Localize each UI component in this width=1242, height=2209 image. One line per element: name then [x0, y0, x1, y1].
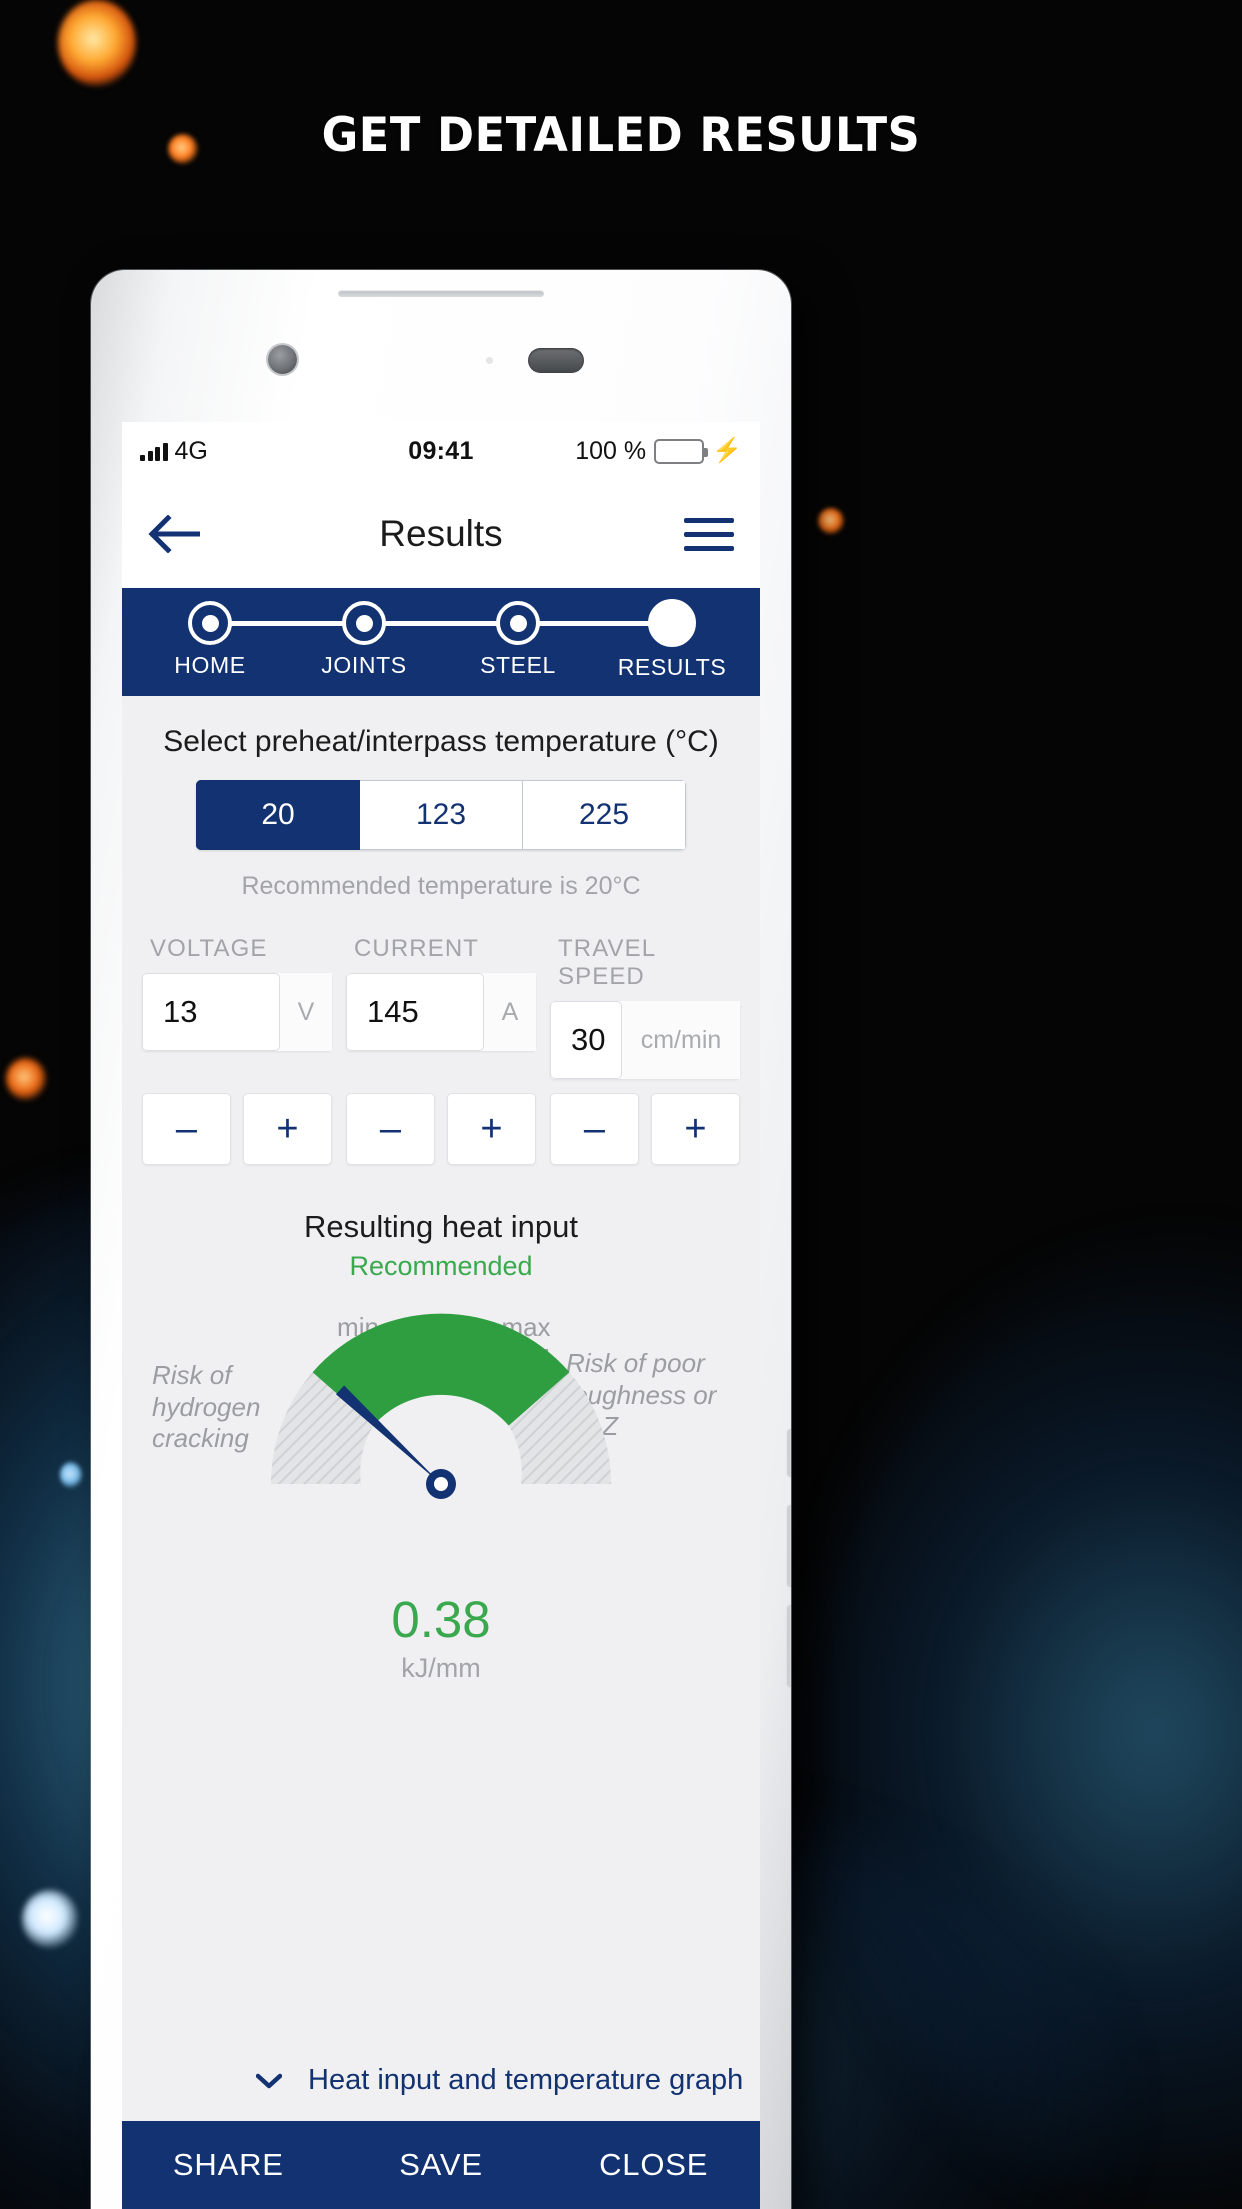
status-bar: 4G 09:41 100 % ⚡ [122, 422, 760, 480]
travel-speed-increment-button[interactable]: + [651, 1093, 740, 1165]
temperature-option-225[interactable]: 225 [523, 780, 686, 850]
bottom-action-bar: SHARE SAVE CLOSE [122, 2121, 760, 2209]
spark-particle-icon [22, 1890, 78, 1948]
travel-speed-input[interactable]: 30 [550, 1001, 622, 1079]
spark-particle-icon [58, 0, 136, 86]
progress-stepper: HOME JOINTS STEEL RESULTS [122, 588, 760, 696]
back-button[interactable] [148, 515, 200, 553]
recommended-temperature-note: Recommended temperature is 20°C [241, 872, 641, 900]
spark-particle-icon [818, 508, 844, 534]
heat-input-gauge: Risk of hydrogen cracking Risk of poor t… [134, 1288, 748, 1598]
temperature-option-123[interactable]: 123 [360, 780, 523, 850]
share-button[interactable]: SHARE [122, 2147, 335, 2183]
arrow-left-icon [148, 515, 200, 553]
heat-input-unit: kJ/mm [401, 1653, 481, 1683]
step-dot-active-icon [648, 599, 696, 647]
heat-input-graph-accordion[interactable]: Heat input and temperature graph [122, 2037, 760, 2121]
charging-bolt-icon: ⚡ [712, 437, 742, 464]
current-label: CURRENT [354, 935, 480, 962]
heat-input-title: Resulting heat input [303, 1209, 579, 1244]
voltage-stepper: – + [142, 1093, 332, 1165]
results-content: Select preheat/interpass temperature (°C… [122, 696, 760, 2209]
step-label: RESULTS [617, 654, 727, 680]
step-dot-icon [342, 601, 386, 645]
phone-screen: 4G 09:41 100 % ⚡ Results HOME JOINTS STE… [122, 422, 760, 2209]
hamburger-icon-line [684, 545, 734, 551]
accordion-label: Heat input and temperature graph [308, 2064, 744, 2096]
chevron-down-icon [256, 2073, 282, 2088]
battery-icon [654, 438, 709, 464]
temperature-option-20[interactable]: 20 [196, 780, 360, 850]
travel-speed-unit: cm/min [622, 1001, 740, 1079]
stepper-steps: HOME JOINTS STEEL RESULTS [150, 588, 732, 681]
gauge-dial-graphic [270, 1313, 612, 1499]
parameter-fields-row: VOLTAGE 13 V CURRENT 145 A TRAVEL SPEED … [122, 901, 760, 1079]
current-stepper: – + [346, 1093, 536, 1165]
status-bar-right: 100 % ⚡ [575, 437, 742, 466]
step-label: HOME [174, 652, 246, 678]
phone-volume-up-button [788, 1506, 791, 1586]
hamburger-icon-line [684, 517, 734, 523]
stepper-step-steel[interactable]: STEEL [458, 601, 578, 681]
voltage-label: VOLTAGE [150, 935, 268, 962]
voltage-decrement-button[interactable]: – [142, 1093, 231, 1165]
parameter-stepper-row: – + – + – + [122, 1079, 760, 1165]
promo-stage: GET DETAILED RESULTS 4G 09:41 100 % ⚡ Re… [0, 0, 1242, 2209]
signal-bars-icon [140, 442, 168, 461]
current-increment-button[interactable]: + [447, 1093, 536, 1165]
status-bar-left: 4G [140, 437, 208, 466]
phone-top-bezel [91, 270, 791, 422]
travel-speed-stepper: – + [550, 1093, 740, 1165]
current-input[interactable]: 145 [346, 973, 484, 1051]
heat-input-status-badge: Recommended [349, 1251, 533, 1281]
current-decrement-button[interactable]: – [346, 1093, 435, 1165]
network-type-label: 4G [174, 436, 208, 465]
step-dot-icon [188, 601, 232, 645]
stepper-step-joints[interactable]: JOINTS [304, 601, 424, 681]
voltage-increment-button[interactable]: + [243, 1093, 332, 1165]
travel-speed-decrement-button[interactable]: – [550, 1093, 639, 1165]
app-bar: Results [122, 480, 760, 588]
travel-speed-field-group: TRAVEL SPEED 30 cm/min [550, 935, 740, 1079]
temperature-segmented-control: 20 123 225 [196, 780, 686, 850]
current-field-group: CURRENT 145 A [346, 935, 536, 1079]
current-unit: A [484, 973, 536, 1051]
background-glow-right [812, 1240, 1242, 2209]
heat-input-value: 0.38 [391, 1591, 491, 1648]
save-button[interactable]: SAVE [335, 2147, 548, 2183]
earpiece-speaker [338, 290, 544, 297]
voltage-input-row: 13 V [142, 973, 332, 1051]
menu-button[interactable] [684, 517, 734, 551]
hamburger-icon-line [684, 531, 734, 537]
phone-mockup: 4G 09:41 100 % ⚡ Results HOME JOINTS STE… [91, 270, 791, 2209]
phone-volume-down-button [788, 1606, 791, 1686]
voltage-field-group: VOLTAGE 13 V [142, 935, 332, 1079]
speaker-grille [528, 348, 584, 373]
voltage-input[interactable]: 13 [142, 973, 280, 1051]
promo-headline: GET DETAILED RESULTS [321, 108, 921, 163]
travel-speed-input-row: 30 cm/min [550, 1001, 740, 1079]
current-input-row: 145 A [346, 973, 536, 1051]
step-label: JOINTS [321, 652, 407, 678]
proximity-sensor-icon [486, 357, 493, 364]
phone-side-button [788, 1430, 791, 1476]
temperature-section-title: Select preheat/interpass temperature (°C… [163, 725, 719, 758]
page-title: Results [379, 513, 503, 554]
step-label: STEEL [480, 652, 556, 678]
stepper-step-results[interactable]: RESULTS [612, 599, 732, 681]
spark-particle-icon [60, 1462, 82, 1488]
spark-particle-icon [6, 1058, 46, 1100]
stepper-step-home[interactable]: HOME [150, 601, 270, 681]
voltage-unit: V [280, 973, 332, 1051]
front-camera-icon [268, 345, 297, 374]
close-button[interactable]: CLOSE [547, 2147, 760, 2183]
travel-speed-label: TRAVEL SPEED [558, 935, 656, 990]
battery-percent-label: 100 % [575, 436, 647, 465]
step-dot-icon [496, 601, 540, 645]
